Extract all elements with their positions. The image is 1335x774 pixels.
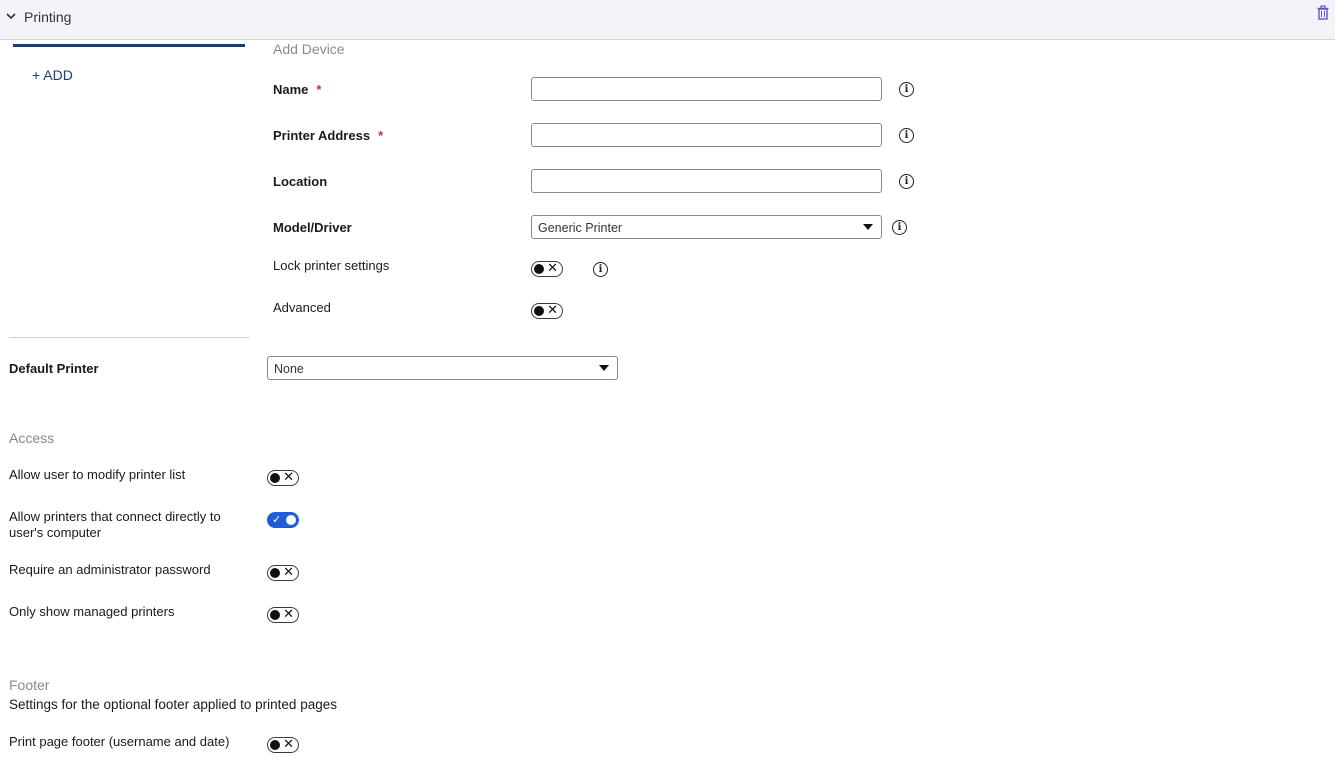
model-driver-label: Model/Driver (273, 220, 352, 235)
x-icon: ✕ (283, 565, 294, 580)
add-device-title: Add Device (273, 41, 345, 57)
admin-password-label: Require an administrator password (9, 562, 211, 577)
modify-printer-list-toggle[interactable]: ✕ (267, 470, 299, 486)
lock-printer-settings-toggle[interactable]: ✕ (531, 261, 563, 277)
print-footer-toggle[interactable]: ✕ (267, 737, 299, 753)
toggle-knob (270, 568, 280, 578)
section-title: Printing (24, 9, 72, 25)
divider (9, 337, 249, 338)
model-driver-select[interactable]: Generic Printer (531, 215, 882, 239)
x-icon: ✕ (283, 470, 294, 485)
add-printer-button[interactable]: + ADD (32, 67, 73, 83)
info-icon[interactable]: i (899, 128, 914, 143)
name-label: Name * (273, 82, 322, 97)
info-icon[interactable]: i (593, 262, 608, 277)
footer-description: Settings for the optional footer applied… (9, 697, 337, 712)
toggle-knob (270, 610, 280, 620)
name-input[interactable] (531, 77, 882, 101)
managed-printers-only-toggle[interactable]: ✕ (267, 607, 299, 623)
printer-address-label: Printer Address * (273, 128, 384, 143)
default-printer-value: None (274, 362, 304, 376)
info-icon[interactable]: i (892, 220, 907, 235)
caret-down-icon (599, 365, 609, 371)
default-printer-label: Default Printer (9, 361, 99, 376)
advanced-toggle[interactable]: ✕ (531, 303, 563, 319)
footer-title: Footer (9, 677, 50, 693)
caret-down-icon (863, 224, 873, 230)
info-icon[interactable]: i (899, 174, 914, 189)
toggle-knob (270, 740, 280, 750)
printer-list-tab-indicator (13, 44, 245, 47)
lock-printer-settings-label: Lock printer settings (273, 258, 390, 273)
toggle-knob (534, 306, 544, 316)
default-printer-select[interactable]: None (267, 356, 618, 380)
x-icon: ✕ (283, 607, 294, 622)
required-marker: * (316, 82, 322, 97)
x-icon: ✕ (547, 261, 558, 276)
x-icon: ✕ (283, 737, 294, 752)
chevron-down-icon[interactable] (5, 10, 17, 22)
location-label: Location (273, 174, 328, 189)
toggle-knob (270, 473, 280, 483)
admin-password-toggle[interactable]: ✕ (267, 565, 299, 581)
check-icon: ✓ (272, 513, 282, 526)
info-icon[interactable]: i (899, 82, 914, 97)
toggle-knob (534, 264, 544, 274)
print-footer-label: Print page footer (username and date) (9, 734, 230, 749)
model-driver-value: Generic Printer (538, 221, 623, 235)
managed-printers-only-label: Only show managed printers (9, 604, 175, 619)
toggle-knob (286, 515, 296, 525)
x-icon: ✕ (547, 303, 558, 318)
modify-printer-list-label: Allow user to modify printer list (9, 467, 186, 482)
required-marker: * (378, 128, 384, 143)
trash-icon[interactable] (1316, 5, 1330, 21)
access-title: Access (9, 430, 55, 446)
direct-connect-printers-label: Allow printers that connect directly to … (9, 509, 221, 540)
printer-address-input[interactable] (531, 123, 882, 147)
direct-connect-printers-toggle[interactable]: ✓ (267, 512, 299, 528)
advanced-label: Advanced (273, 300, 331, 315)
section-header[interactable]: Printing (0, 0, 1335, 40)
location-input[interactable] (531, 169, 882, 193)
